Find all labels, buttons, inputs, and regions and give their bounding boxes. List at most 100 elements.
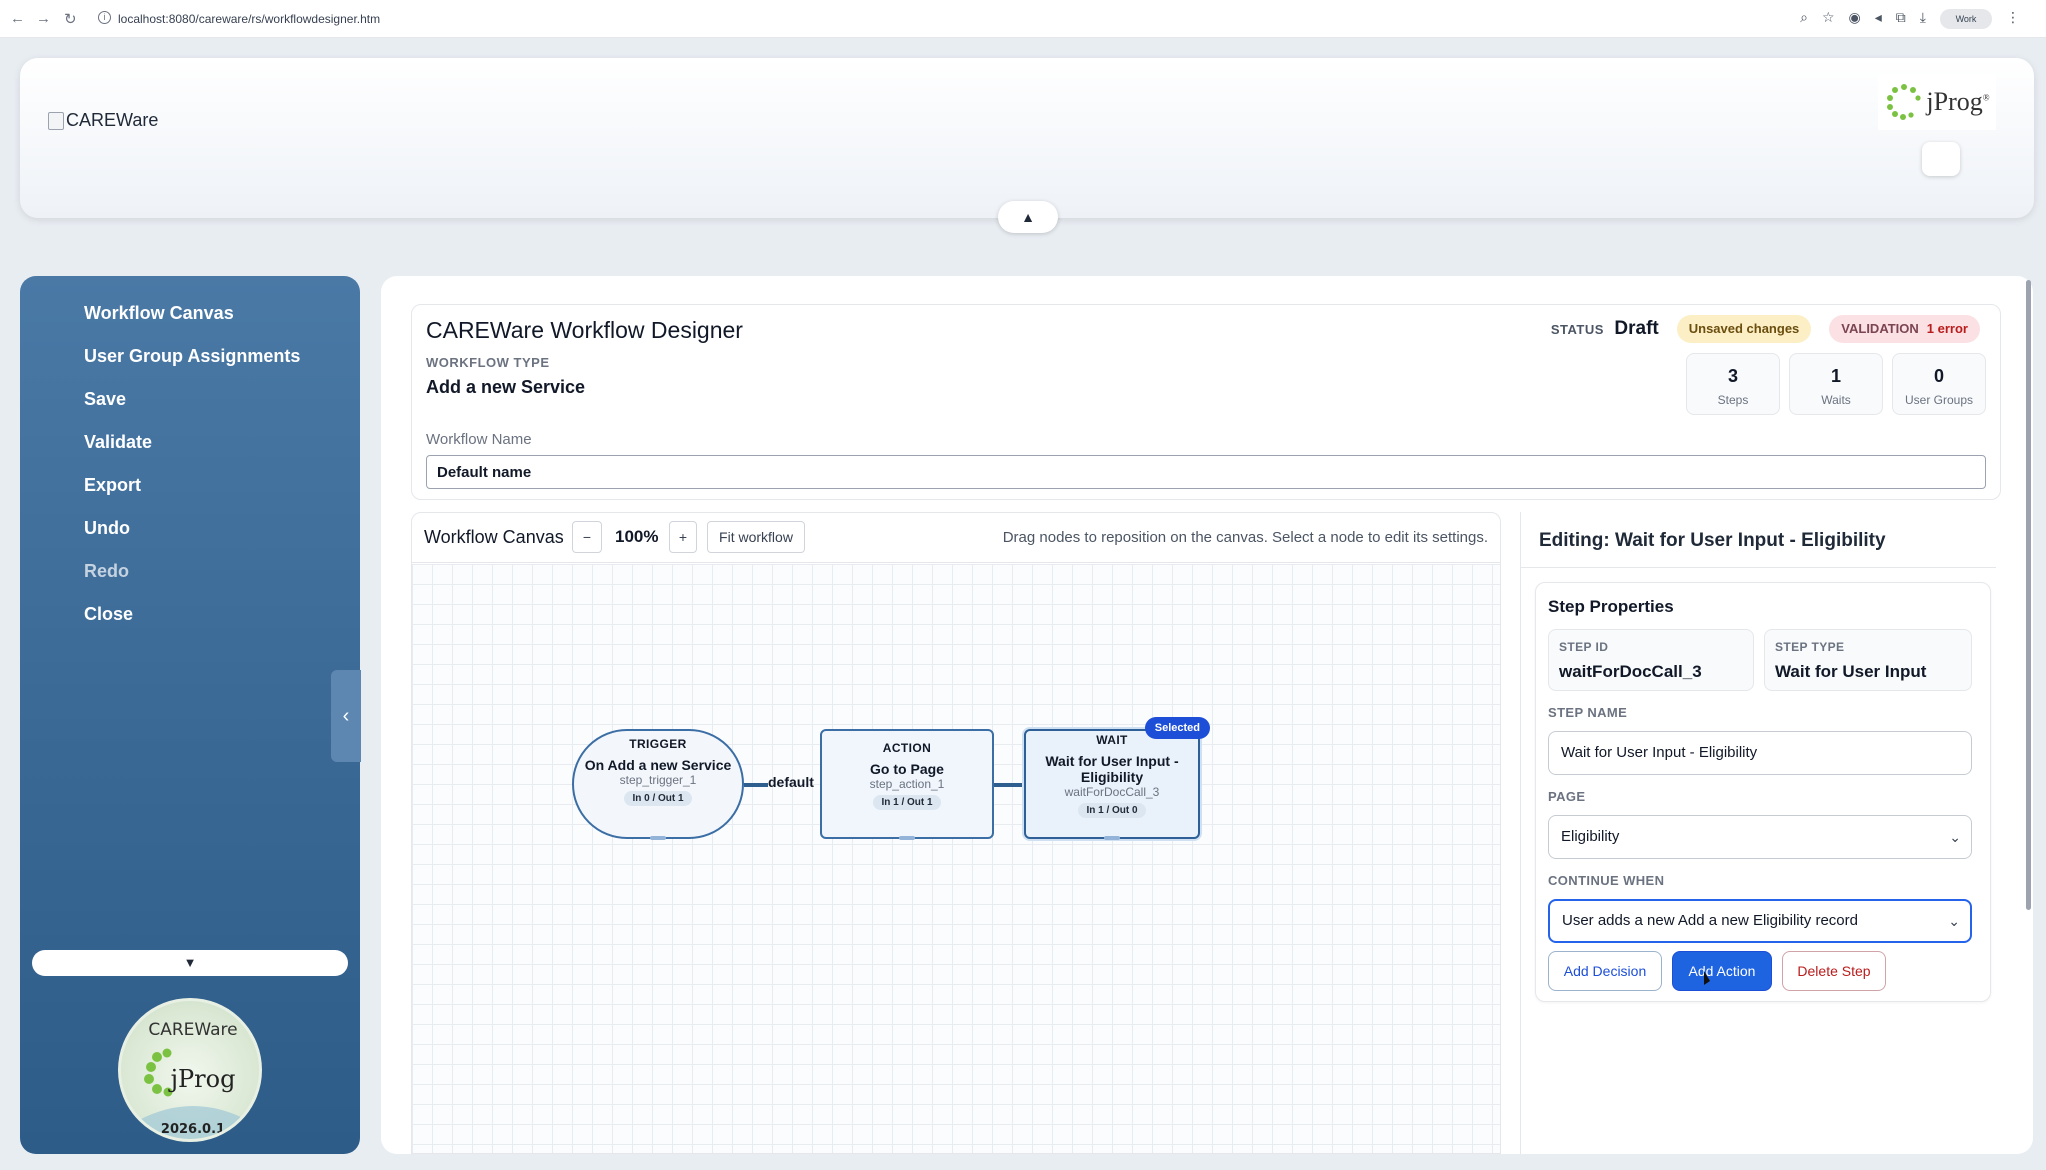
validation-badge[interactable]: VALIDATION 1 error (1829, 315, 1980, 343)
careware-logo: CAREWare (48, 110, 158, 131)
sidebar-item-export[interactable]: Export (84, 474, 300, 517)
collapse-header-button[interactable]: ▲ (998, 201, 1058, 233)
reload-icon[interactable]: ↻ (64, 10, 77, 28)
add-action-button[interactable]: Add Action (1672, 951, 1772, 991)
sidebar-item-save[interactable]: Save (84, 388, 300, 431)
edge-action-wait (994, 783, 1024, 787)
sidebar-item-user-group-assignments[interactable]: User Group Assignments (84, 345, 300, 388)
main-scrollbar[interactable] (2026, 280, 2031, 910)
seal-version-text: 2026.0.1 (161, 1122, 225, 1137)
node-step-id: waitForDocCall_3 (1064, 785, 1160, 799)
step-type-field: STEP TYPE Wait for User Input (1764, 629, 1972, 691)
stat-user-groups: 0 User Groups (1892, 353, 1986, 415)
node-kind: TRIGGER (629, 737, 687, 751)
sidebar-item-validate[interactable]: Validate (84, 431, 300, 474)
node-title: Go to Page (870, 761, 944, 777)
profile-button[interactable]: Work (1940, 9, 1992, 29)
bookmark-star-icon[interactable]: ☆ (1822, 9, 1835, 29)
node-output-port[interactable] (650, 836, 666, 840)
status-bar: STATUS Draft Unsaved changes VALIDATION 1… (1551, 315, 1980, 343)
zoom-level: 100% (615, 527, 659, 546)
forward-icon[interactable]: → (36, 10, 51, 27)
continue-when-label: CONTINUE WHEN (1548, 873, 1665, 888)
status-label: STATUS (1550, 322, 1604, 337)
fit-workflow-button[interactable]: Fit workflow (707, 521, 805, 553)
sidebar-scroll-down-button[interactable]: ▼ (32, 950, 348, 976)
stat-waits-label: Waits (1821, 393, 1851, 407)
node-kind: ACTION (882, 741, 932, 755)
node-io-badge: In 1 / Out 1 (873, 795, 941, 810)
continue-when-select[interactable]: User adds a new Add a new Eligibility re… (1548, 899, 1972, 943)
node-step-id: step_trigger_1 (619, 773, 697, 787)
seal-graphic: CAREWare jProg 2026.0.1 (141, 1020, 245, 1139)
page-label: PAGE (1548, 789, 1586, 804)
stat-steps: 3 Steps (1686, 353, 1780, 415)
step-name-input[interactable]: Wait for User Input - Eligibility (1548, 731, 1972, 775)
step-id-value: waitForDocCall_3 (1559, 662, 1702, 681)
node-io-badge: In 1 / Out 0 (1078, 803, 1146, 818)
site-info-icon[interactable]: i (98, 11, 111, 24)
add-decision-button[interactable]: Add Decision (1548, 951, 1662, 991)
workflow-name-label: Workflow Name (426, 431, 532, 448)
status-value: Draft (1614, 318, 1659, 339)
stat-user-groups-value: 0 (1933, 366, 1944, 386)
node-trigger[interactable]: TRIGGER On Add a new Service step_trigge… (572, 729, 744, 840)
seal-top-text: CAREWare (148, 1020, 237, 1040)
canvas-grid[interactable]: default TRIGGER On Add a new Service ste… (412, 564, 1500, 1153)
sidebar: Workflow Canvas User Group Assignments S… (20, 276, 361, 1154)
stat-steps-value: 3 (1727, 366, 1738, 386)
workflow-canvas-panel: Workflow Canvas − 100% + Fit workflow Dr… (411, 512, 1501, 1154)
canvas-toolbar: Workflow Canvas − 100% + Fit workflow Dr… (412, 513, 1500, 563)
broken-image-icon (48, 111, 64, 130)
workflow-stats: 3 Steps 1 Waits 0 User Groups (1686, 353, 1986, 415)
stat-user-groups-label: User Groups (1904, 393, 1974, 407)
step-properties-title: Step Properties (1548, 597, 1674, 616)
chevron-down-icon: ⌄ (1948, 913, 1960, 929)
delete-step-button[interactable]: Delete Step (1782, 951, 1886, 991)
page-select[interactable]: Eligibility ⌄ (1548, 815, 1972, 859)
step-id-field: STEP ID waitForDocCall_3 (1548, 629, 1754, 691)
zoom-icon[interactable]: ⌕ (1800, 9, 1808, 29)
registered-mark: ® (1982, 92, 1990, 103)
zoom-out-button[interactable]: − (572, 521, 602, 553)
browser-menu-icon[interactable]: ⋮ (2006, 9, 2020, 29)
extension-icon[interactable]: ◉ (1849, 9, 1861, 29)
canvas-title: Workflow Canvas (424, 527, 564, 547)
workflow-name-input[interactable] (426, 455, 1986, 489)
collapse-sidebar-button[interactable]: ‹ (331, 670, 361, 762)
node-output-port[interactable] (1104, 836, 1120, 840)
unsaved-changes-badge: Unsaved changes (1676, 315, 1812, 343)
browser-toolbar: ← → ↻ i localhost:8080/careware/rs/workf… (0, 0, 2046, 38)
canvas-hint: Drag nodes to reposition on the canvas. … (1002, 529, 1488, 546)
continue-when-value: User adds a new Add a new Eligibility re… (1562, 912, 1858, 929)
node-step-id: step_action_1 (869, 777, 945, 791)
extensions-puzzle-icon[interactable]: ⧉ (1896, 9, 1906, 29)
app-header: CAREWare jProg® (20, 58, 2034, 218)
back-icon[interactable]: ← (10, 10, 25, 27)
logo-alt-text: CAREWare (66, 110, 159, 130)
node-output-port[interactable] (899, 836, 915, 840)
page-select-value: Eligibility (1561, 828, 1620, 845)
chevron-down-icon: ⌄ (1949, 829, 1961, 845)
media-icon[interactable]: ◂ (1875, 9, 1882, 29)
node-io-badge: In 0 / Out 1 (624, 791, 692, 806)
page-title: CAREWare Workflow Designer (426, 317, 743, 343)
step-properties-card: Step Properties STEP ID waitForDocCall_3… (1535, 582, 1991, 1002)
validation-label: VALIDATION (1841, 321, 1919, 336)
jprog-ring-icon (1887, 84, 1922, 120)
zoom-in-button[interactable]: + (669, 521, 697, 553)
node-action[interactable]: ACTION Go to Page step_action_1 In 1 / O… (820, 729, 994, 840)
step-type-value: Wait for User Input (1775, 662, 1927, 681)
sidebar-item-close[interactable]: Close (84, 603, 300, 646)
node-wait[interactable]: Selected WAIT Wait for User Input - Elig… (1024, 717, 1210, 840)
editor-title: Editing: Wait for User Input - Eligibili… (1521, 512, 1996, 568)
download-icon[interactable]: ⤓ (1920, 9, 1926, 29)
sidebar-item-workflow-canvas[interactable]: Workflow Canvas (84, 302, 300, 345)
workflow-summary-card: CAREWare Workflow Designer WORKFLOW TYPE… (411, 304, 2001, 500)
workflow-type-value: Add a new Service (426, 377, 586, 397)
sidebar-item-undo[interactable]: Undo (84, 517, 300, 560)
mouse-cursor-icon (1704, 971, 1710, 985)
edge-label: default (768, 774, 814, 790)
address-bar[interactable]: localhost:8080/careware/rs/workflowdesig… (118, 12, 380, 26)
header-menu-button[interactable] (1922, 142, 1960, 176)
